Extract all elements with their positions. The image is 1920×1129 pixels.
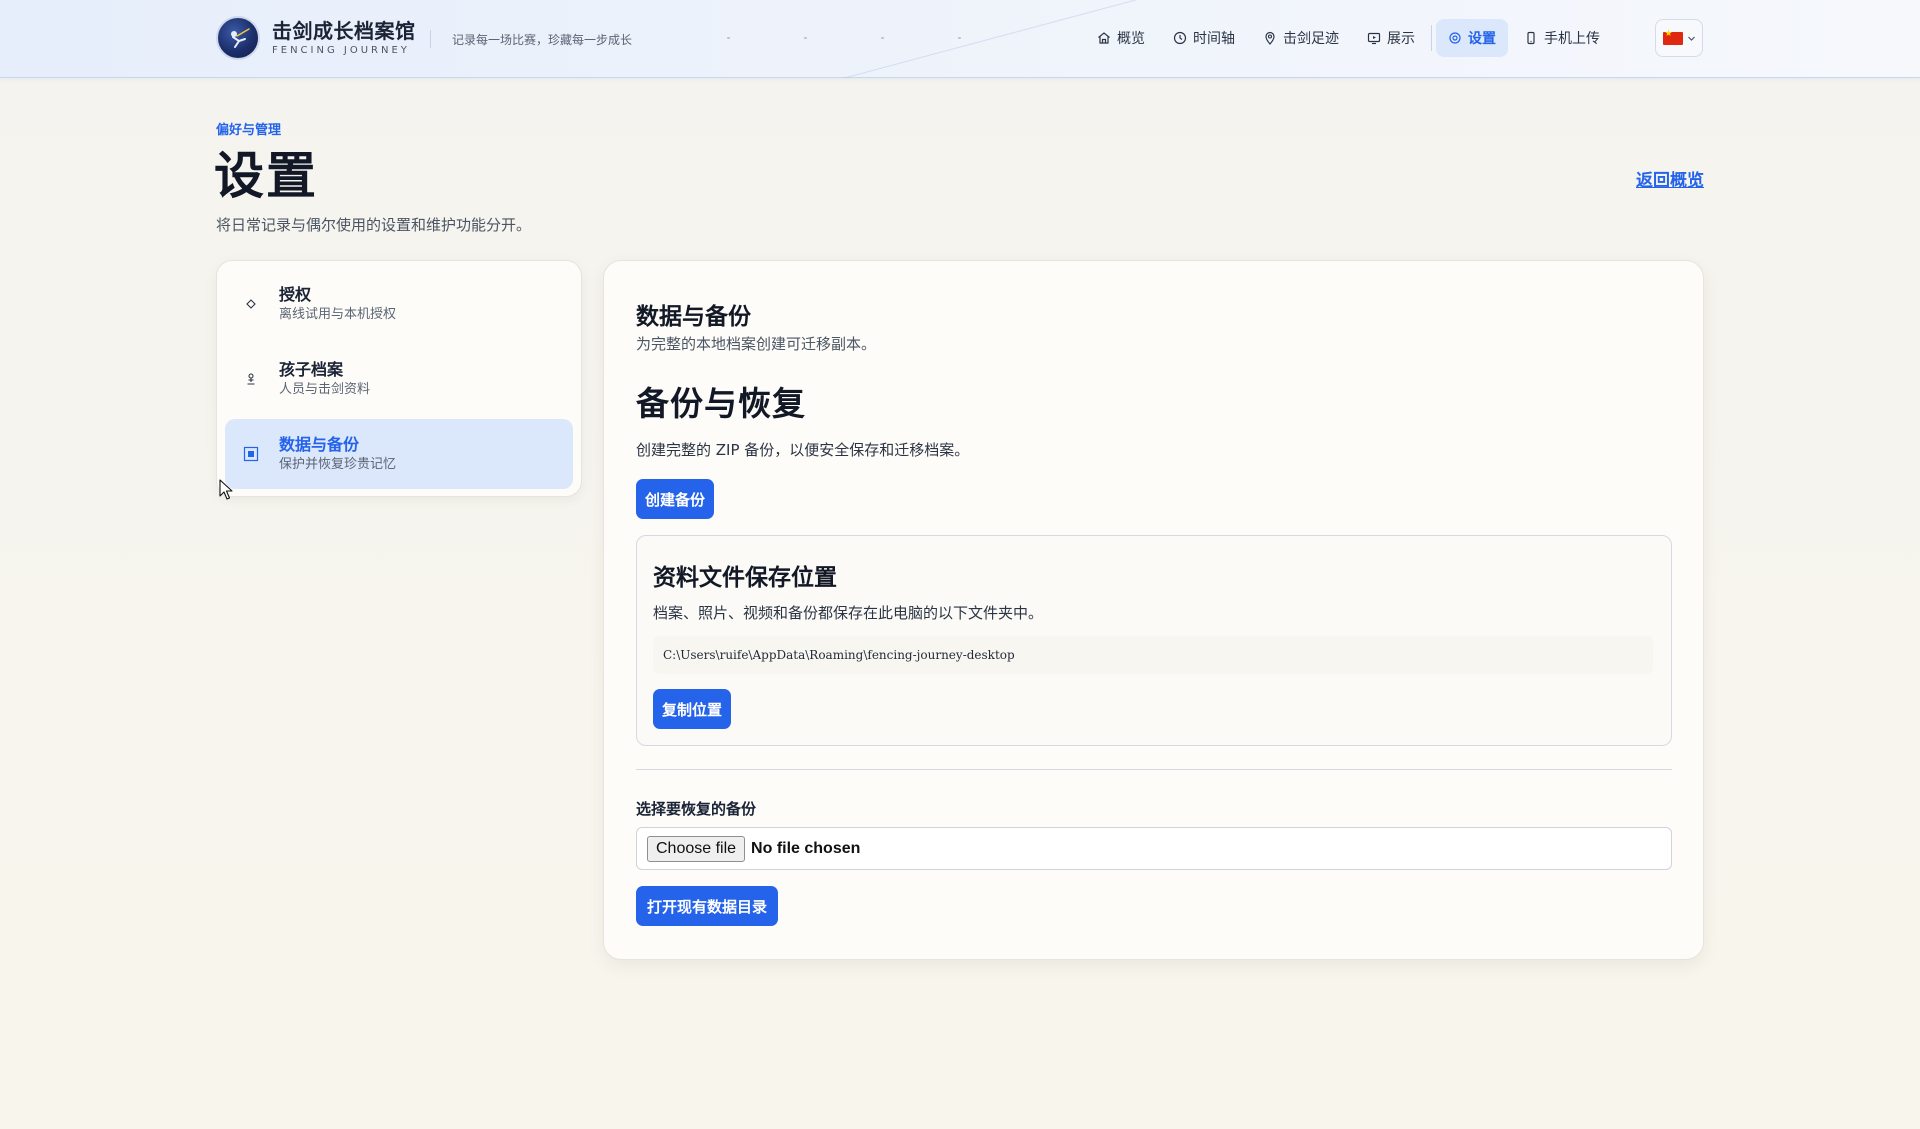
choose-file-button[interactable]: Choose file	[647, 835, 746, 862]
main-nav: 概览 时间轴 击剑足迹 展示 设置 手机上传	[1085, 19, 1616, 57]
nav-footprints[interactable]: 击剑足迹	[1251, 19, 1351, 57]
nav-showcase-label: 展示	[1387, 31, 1415, 47]
nav-footprints-label: 击剑足迹	[1283, 31, 1339, 47]
storage-location-description: 档案、照片、视频和备份都保存在此电脑的以下文件夹中。	[653, 604, 1044, 622]
backup-restore-heading: 备份与恢复	[636, 384, 806, 423]
top-header: 击剑成长档案馆 FENCING JOURNEY 记录每一场比赛，珍藏每一步成长 …	[0, 0, 1920, 78]
person-icon	[241, 369, 261, 389]
app-subtitle: FENCING JOURNEY	[272, 45, 410, 56]
brand-divider	[430, 30, 431, 48]
restore-backup-label: 选择要恢复的备份	[636, 800, 757, 818]
map-pin-icon	[1265, 31, 1275, 45]
clock-icon	[1173, 31, 1187, 45]
sidebar-item-label: 授权	[279, 285, 312, 304]
backup-description: 创建完整的 ZIP 备份，以便安全保存和迁移档案。	[636, 441, 970, 459]
sidebar-item-label: 孩子档案	[279, 360, 344, 379]
home-icon	[1098, 32, 1110, 44]
sidebar-item-sublabel: 人员与击剑资料	[279, 382, 371, 397]
phone-icon	[1527, 31, 1535, 45]
mouse-cursor-icon	[219, 479, 233, 500]
nav-separator	[1431, 25, 1432, 51]
fencer-logo-icon	[216, 16, 260, 60]
language-selector[interactable]	[1655, 19, 1703, 57]
database-icon	[241, 444, 261, 464]
sidebar-item-label: 数据与备份	[279, 435, 360, 454]
app-title: 击剑成长档案馆	[272, 19, 416, 43]
data-backup-panel: 数据与备份 为完整的本地档案创建可迁移副本。 备份与恢复 创建完整的 ZIP 备…	[603, 260, 1704, 960]
nav-settings-label: 设置	[1468, 31, 1496, 47]
sidebar-item-sublabel: 保护并恢复珍贵记忆	[279, 457, 397, 472]
copy-location-button[interactable]: 复制位置	[653, 689, 731, 729]
nav-showcase[interactable]: 展示	[1355, 19, 1427, 57]
storage-path: C:\Users\ruife\AppData\Roaming\fencing-j…	[653, 636, 1653, 674]
nav-overview-label: 概览	[1117, 31, 1145, 47]
open-data-directory-button[interactable]: 打开现有数据目录	[636, 886, 778, 926]
sidebar-item-license[interactable]: 授权 离线试用与本机授权	[225, 269, 573, 339]
app-tagline: 记录每一场比赛，珍藏每一步成长	[452, 33, 633, 47]
panel-subtitle: 为完整的本地档案创建可迁移副本。	[636, 335, 877, 353]
file-status: No file chosen	[751, 839, 861, 857]
sidebar-item-child-profile[interactable]: 孩子档案 人员与击剑资料	[225, 344, 573, 414]
presentation-icon	[1367, 32, 1381, 45]
settings-sidebar: 授权 离线试用与本机授权 孩子档案 人员与击剑资料 数据与备份 保护并恢复珍贵记…	[216, 260, 582, 497]
section-divider	[636, 769, 1672, 770]
create-backup-button[interactable]: 创建备份	[636, 479, 714, 519]
gear-icon	[1449, 32, 1461, 44]
brand[interactable]: 击剑成长档案馆 FENCING JOURNEY	[216, 16, 416, 60]
nav-settings[interactable]: 设置	[1436, 19, 1508, 57]
nav-phone-upload[interactable]: 手机上传	[1512, 19, 1612, 57]
sidebar-item-data-backup[interactable]: 数据与备份 保护并恢复珍贵记忆	[225, 419, 573, 489]
cn-flag-icon	[1662, 29, 1683, 45]
backup-file-input[interactable]: Choose file No file chosen	[636, 827, 1672, 870]
nav-timeline[interactable]: 时间轴	[1161, 19, 1247, 57]
nav-timeline-label: 时间轴	[1193, 31, 1235, 47]
diamond-icon	[241, 294, 261, 314]
back-to-overview-link[interactable]: 返回概览	[1636, 166, 1704, 191]
panel-title: 数据与备份	[636, 304, 751, 330]
page-title: 设置	[214, 147, 318, 205]
nav-overview[interactable]: 概览	[1085, 19, 1157, 57]
storage-location-title: 资料文件保存位置	[653, 565, 837, 591]
sidebar-item-sublabel: 离线试用与本机授权	[279, 307, 397, 322]
header-decoration-dots	[690, 37, 1020, 39]
page-description: 将日常记录与偶尔使用的设置和维护功能分开。	[216, 216, 532, 234]
page-eyebrow: 偏好与管理	[216, 123, 282, 138]
nav-phone-upload-label: 手机上传	[1544, 31, 1600, 47]
chevron-down-icon	[1687, 36, 1695, 41]
storage-location-card: 资料文件保存位置 档案、照片、视频和备份都保存在此电脑的以下文件夹中。 C:\U…	[636, 535, 1672, 746]
